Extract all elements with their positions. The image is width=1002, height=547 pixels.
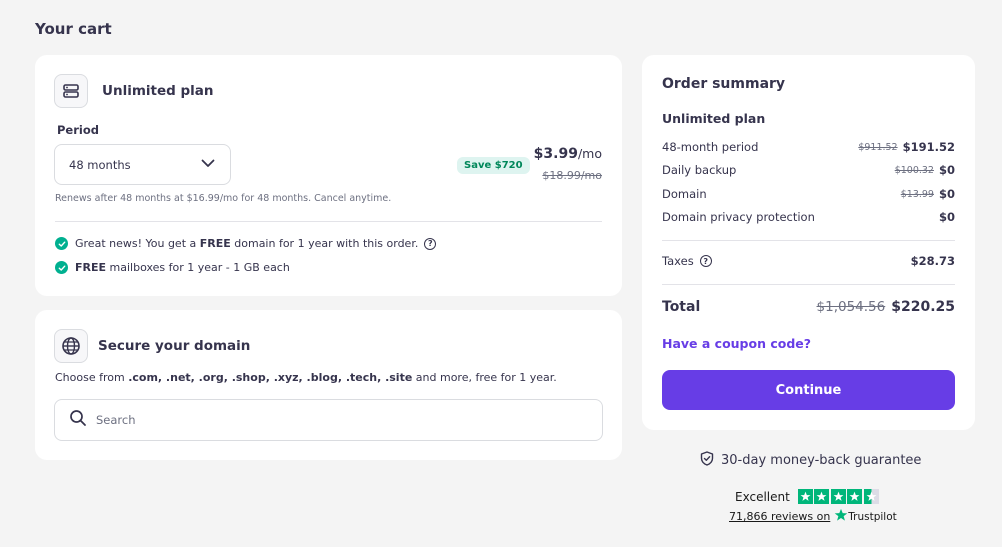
summary-row-value: $191.52 <box>902 140 955 154</box>
star-icon <box>830 489 846 504</box>
plan-price: $3.99/mo <box>534 146 602 162</box>
help-icon[interactable]: ? <box>699 255 712 267</box>
summary-row-privacy: Domain privacy protection $0 <box>662 210 955 224</box>
summary-row-value: $0 <box>938 163 955 177</box>
period-select[interactable]: 48 months <box>54 144 231 185</box>
domain-heading: Secure your domain <box>98 338 251 354</box>
star-icon <box>847 489 863 504</box>
renew-text: Renews after 48 months at $16.99/mo for … <box>55 193 392 204</box>
summary-row-domain: Domain $13.99 $0 <box>662 187 955 201</box>
summary-row-value: $0 <box>938 187 955 201</box>
trustpilot-logo: Trustpilot <box>834 508 897 525</box>
summary-divider <box>662 240 955 241</box>
period-label: Period <box>57 123 99 137</box>
summary-row-taxes: Taxes? $28.73 <box>662 254 955 268</box>
trustpilot-brand: Trustpilot <box>848 510 897 523</box>
server-icon <box>54 74 88 108</box>
domain-search-input[interactable] <box>96 413 576 427</box>
trustpilot-reviews: 71,866 reviews on Trustpilot <box>729 508 897 525</box>
plan-heading: Unlimited plan <box>102 83 214 99</box>
summary-row-label: Domain <box>662 187 707 201</box>
summary-row-old-price: $911.52 <box>858 141 898 153</box>
summary-row-period: 48-month period $911.52 $191.52 <box>662 140 955 154</box>
plan-price-suffix: /mo <box>577 146 602 161</box>
trustpilot-rating-text: Excellent <box>735 489 790 504</box>
total-value: $220.25 <box>891 299 955 315</box>
summary-row-value: $0 <box>938 210 955 224</box>
plan-old-price: $18.99/mo <box>542 169 602 182</box>
perk-text: FREE mailboxes for 1 year - 1 GB each <box>75 261 290 274</box>
domain-description: Choose from .com, .net, .org, .shop, .xy… <box>55 371 557 384</box>
search-icon <box>69 409 87 431</box>
total-old-price: $1,054.56 <box>816 299 886 315</box>
chevron-down-icon <box>200 155 216 174</box>
summary-row-label: 48-month period <box>662 140 759 154</box>
star-icon <box>814 489 830 504</box>
summary-divider <box>662 284 955 285</box>
half-star-icon <box>863 489 879 504</box>
total-label: Total <box>662 299 701 315</box>
summary-row-old-price: $13.99 <box>900 188 934 200</box>
trustpilot-reviews-link[interactable]: 71,866 reviews on <box>729 510 830 523</box>
help-icon[interactable]: ? <box>424 237 437 250</box>
star-icon <box>797 489 813 504</box>
domain-card: Secure your domain Choose from .com, .ne… <box>35 310 622 460</box>
summary-row-backup: Daily backup $100.32 $0 <box>662 163 955 177</box>
taxes-label-wrap: Taxes? <box>662 254 911 268</box>
total-row: Total $1,054.56 $220.25 <box>662 299 955 315</box>
page-title: Your cart <box>35 20 112 38</box>
taxes-label: Taxes <box>662 254 694 268</box>
globe-icon <box>54 329 88 363</box>
taxes-value: $28.73 <box>910 254 955 268</box>
summary-plan-name: Unlimited plan <box>662 111 766 126</box>
trustpilot-star-icon <box>834 508 848 525</box>
perk-text: Great news! You get a FREE domain for 1 … <box>75 237 419 250</box>
plan-divider <box>55 221 602 222</box>
plan-card: Unlimited plan Period 48 months Save $72… <box>35 55 622 296</box>
money-back-guarantee: 30-day money-back guarantee <box>700 451 921 470</box>
summary-row-old-price: $100.32 <box>894 164 934 176</box>
domain-search-box[interactable] <box>54 399 603 441</box>
summary-row-label: Daily backup <box>662 163 737 177</box>
save-badge: Save $720 <box>457 157 530 174</box>
guarantee-text: 30-day money-back guarantee <box>721 453 922 468</box>
summary-title: Order summary <box>662 76 786 92</box>
summary-row-label: Domain privacy protection <box>662 210 815 224</box>
continue-button[interactable]: Continue <box>662 370 955 410</box>
perk-free-domain: Great news! You get a FREE domain for 1 … <box>55 237 437 250</box>
trustpilot-stars <box>797 489 881 504</box>
trustpilot-rating: Excellent <box>735 489 880 504</box>
shield-check-icon <box>700 451 721 470</box>
order-summary-card: Order summary Unlimited plan 48-month pe… <box>642 55 975 430</box>
plan-price-amount: $3.99 <box>533 146 578 162</box>
perk-free-mailboxes: FREE mailboxes for 1 year - 1 GB each <box>55 261 290 274</box>
coupon-link[interactable]: Have a coupon code? <box>662 336 811 351</box>
check-icon <box>55 261 68 274</box>
period-select-value: 48 months <box>69 157 131 172</box>
check-icon <box>55 237 68 250</box>
